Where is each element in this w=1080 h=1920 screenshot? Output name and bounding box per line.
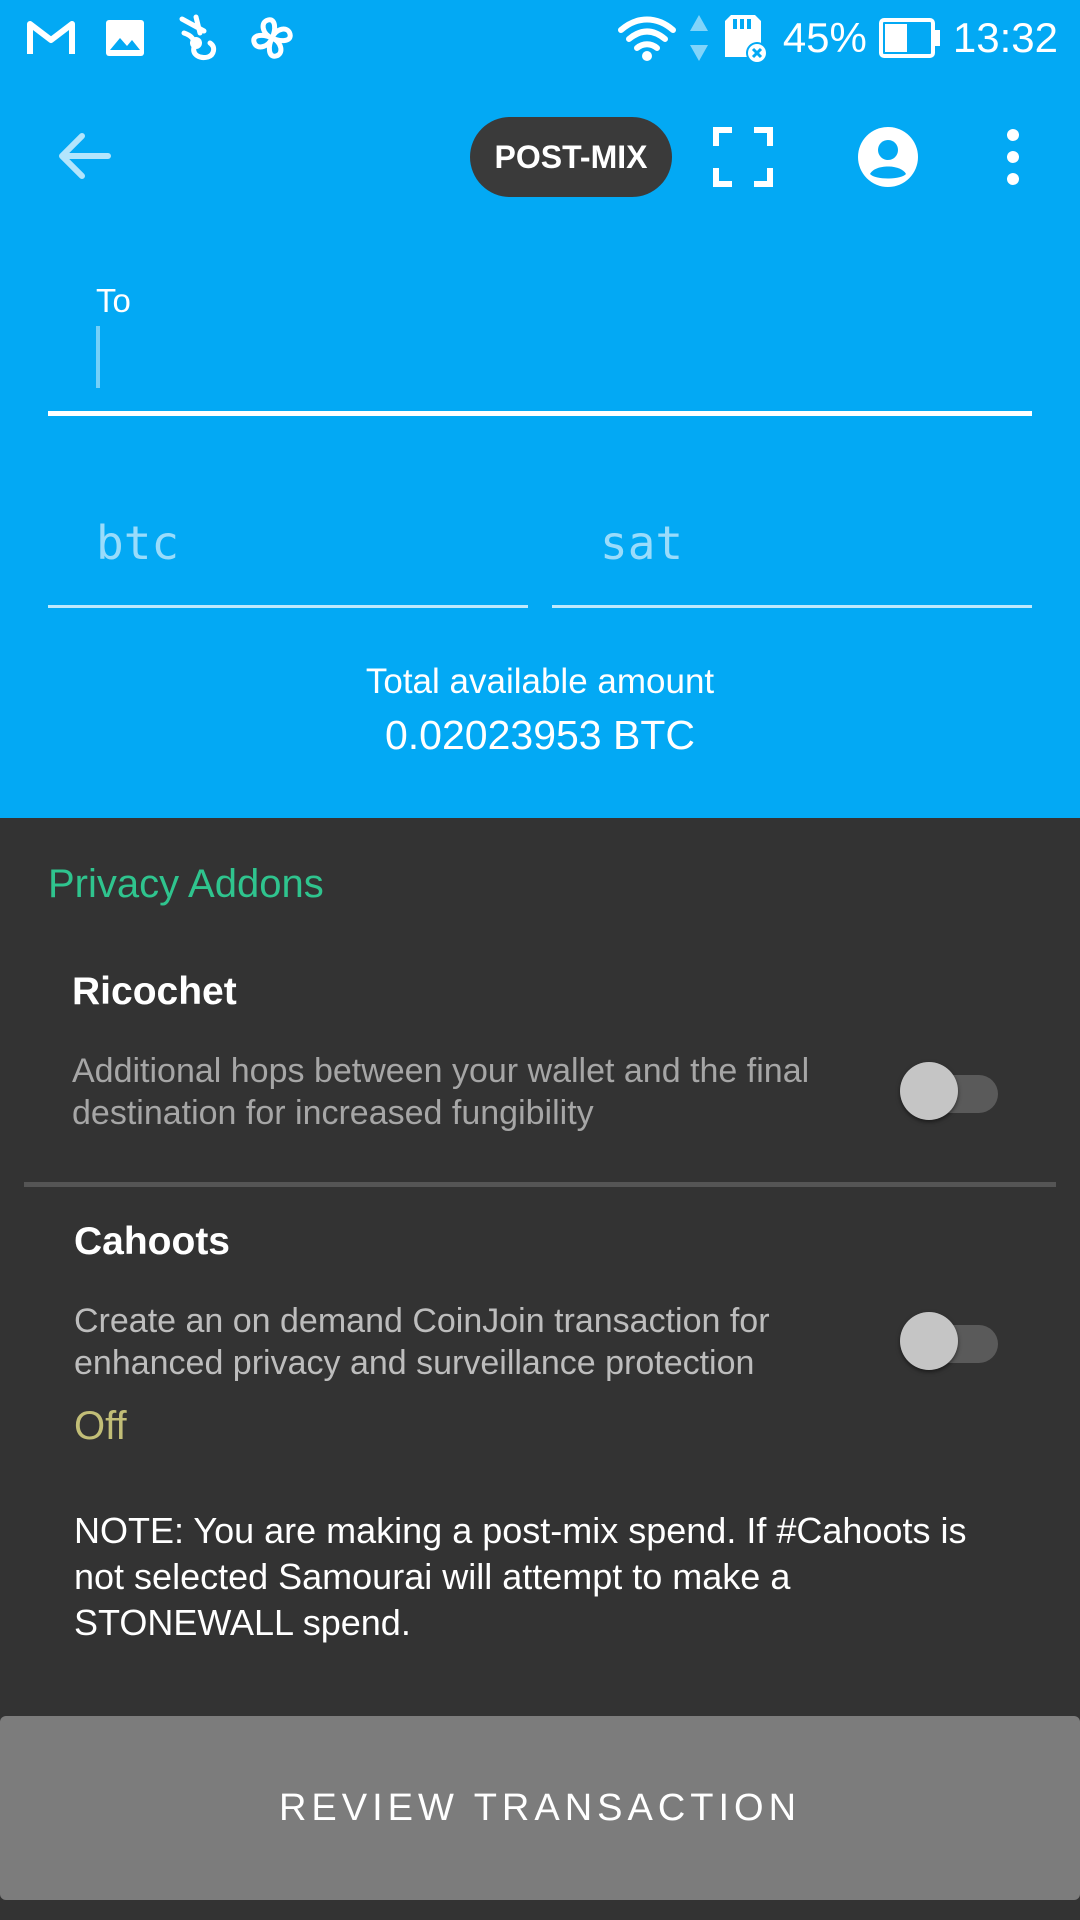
text-cursor <box>96 326 100 388</box>
battery-icon <box>878 18 940 58</box>
ricochet-description: Additional hops between your wallet and … <box>72 1052 810 1132</box>
scan-button[interactable] <box>712 126 774 188</box>
battery-percent: 45% <box>782 14 867 61</box>
cahoots-toggle-thumb <box>900 1312 958 1370</box>
back-button[interactable] <box>52 124 116 188</box>
notification-icons <box>26 12 296 64</box>
post-mix-note: NOTE: You are making a post-mix spend. I… <box>74 1510 967 1643</box>
privacy-addons-title: Privacy Addons <box>48 862 324 906</box>
cahoots-status: Off <box>74 1404 127 1448</box>
arrow-left-icon <box>59 133 111 179</box>
samourai-icon <box>179 14 217 60</box>
account-button[interactable] <box>857 126 919 188</box>
total-available-label: Total available amount <box>365 662 715 701</box>
system-indicators: 45% 13:32 <box>617 8 1058 68</box>
gallery-icon <box>106 20 144 56</box>
wifi-icon <box>617 16 676 61</box>
review-transaction-button[interactable]: REVIEW TRANSACTION <box>0 1716 1080 1900</box>
account-circle-icon <box>858 127 918 187</box>
gmail-icon <box>27 21 75 54</box>
data-arrows-icon <box>689 15 708 61</box>
ricochet-toggle-thumb <box>900 1062 958 1120</box>
sat-amount-input[interactable] <box>552 490 1032 608</box>
post-mix-badge[interactable]: POST-MIX <box>470 117 672 197</box>
ricochet-title: Ricochet <box>72 970 237 1013</box>
to-label: To <box>96 282 131 319</box>
status-bar: 45% 13:32 <box>0 0 1080 76</box>
more-vertical-icon <box>1007 129 1019 185</box>
btc-amount-input[interactable] <box>48 490 528 608</box>
more-options-button[interactable] <box>996 126 1030 188</box>
cahoots-toggle[interactable] <box>900 1308 1000 1370</box>
toolbar: POST-MIX <box>0 96 1080 216</box>
section-divider <box>24 1182 1056 1187</box>
ricochet-toggle[interactable] <box>900 1058 1000 1120</box>
total-available-value: 0.02023953 BTC <box>384 712 695 758</box>
scan-frame-icon <box>713 127 773 187</box>
cahoots-title: Cahoots <box>74 1220 230 1263</box>
clock: 13:32 <box>952 14 1058 61</box>
to-address-input[interactable] <box>48 320 1032 416</box>
fan-icon <box>251 17 293 59</box>
sd-card-icon <box>724 15 768 64</box>
cahoots-description: Create an on demand CoinJoin transaction… <box>74 1302 770 1382</box>
